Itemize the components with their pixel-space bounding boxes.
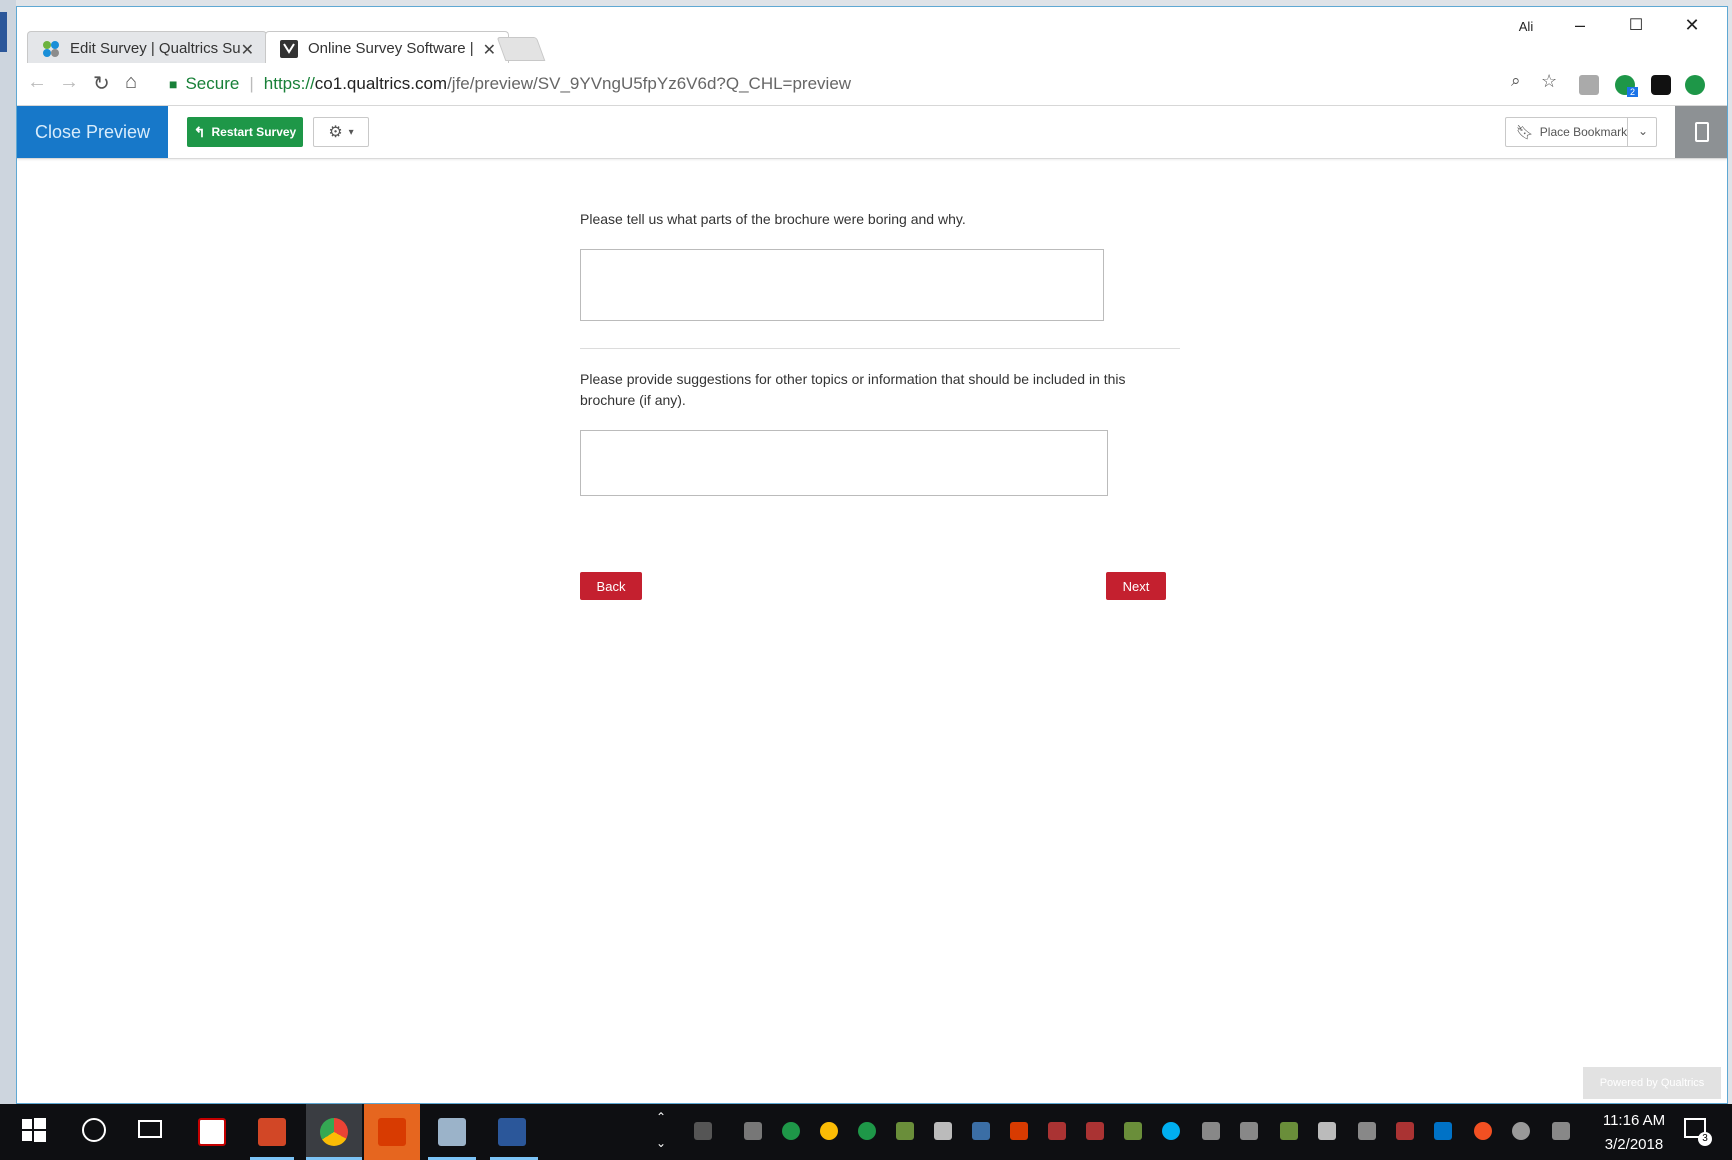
close-icon[interactable]: ✕	[483, 40, 496, 60]
acrobat-icon[interactable]	[198, 1118, 226, 1146]
bookmark-label: Place Bookmark	[1539, 125, 1628, 139]
powered-by-badge[interactable]: Powered by Qualtrics	[1583, 1067, 1721, 1099]
tray-app-icon[interactable]	[1396, 1122, 1414, 1140]
question-1-text: Please tell us what parts of the brochur…	[580, 211, 966, 227]
battery-icon[interactable]	[1202, 1122, 1220, 1140]
notification-count: 3	[1698, 1132, 1712, 1146]
new-tab-button[interactable]	[496, 37, 546, 61]
extension-icon[interactable]	[1579, 75, 1599, 95]
chrome-tray-icon[interactable]	[820, 1122, 838, 1140]
lock-icon: ■	[169, 76, 178, 92]
settings-tray-icon[interactable]	[934, 1122, 952, 1140]
windows-start-icon[interactable]	[22, 1118, 46, 1147]
tray-app-icon[interactable]	[1086, 1122, 1104, 1140]
url-field[interactable]: ■ Secure | https:// co1.qualtrics.com /j…	[163, 68, 1541, 100]
chevron-up-icon[interactable]: ⌃	[656, 1110, 666, 1124]
update-icon[interactable]	[1474, 1122, 1492, 1140]
search-circle-icon[interactable]	[82, 1118, 106, 1142]
desktop-edge	[0, 0, 16, 1104]
url-host: co1.qualtrics.com	[314, 74, 448, 93]
hangouts-icon[interactable]	[782, 1122, 800, 1140]
place-bookmark-button[interactable]: 🔖︎ Place Bookmark ⌄	[1505, 117, 1657, 147]
extension-badge: 2	[1627, 87, 1639, 97]
clock-time[interactable]: 11:16 AM	[1590, 1112, 1678, 1129]
clock-date[interactable]: 3/2/2018	[1590, 1136, 1678, 1153]
url-scheme: https://	[263, 74, 315, 93]
office-tray-icon[interactable]	[1010, 1122, 1028, 1140]
title-bar: Edit Survey | Qualtrics Su ✕ Online Surv…	[17, 7, 1727, 65]
phone-icon	[1695, 122, 1709, 142]
question-2-input[interactable]	[580, 430, 1108, 496]
maximize-icon[interactable]: ☐	[1621, 15, 1651, 35]
back-arrow-icon[interactable]: ←	[27, 71, 47, 94]
tab-title: Online Survey Software |	[308, 40, 474, 57]
next-button[interactable]: Next	[1106, 572, 1166, 600]
tray-app-icon[interactable]	[744, 1122, 762, 1140]
mail-icon[interactable]	[1318, 1122, 1336, 1140]
question-1-input[interactable]	[580, 249, 1104, 321]
taskbar: ⌃ ⌄ 11:16 AM 3/2/2018 3	[0, 1104, 1732, 1160]
airplane-icon[interactable]	[1358, 1122, 1376, 1140]
office-icon[interactable]	[378, 1118, 406, 1146]
tab-online-survey[interactable]: Online Survey Software | ✕	[265, 31, 509, 65]
home-icon[interactable]: ⌂	[125, 71, 137, 94]
outlook-icon[interactable]	[1434, 1122, 1452, 1140]
mobile-view-toggle[interactable]	[1675, 106, 1727, 158]
powerpoint-icon[interactable]	[258, 1118, 286, 1146]
chrome-icon[interactable]	[320, 1118, 348, 1146]
security-icon[interactable]	[972, 1122, 990, 1140]
back-button[interactable]: Back	[580, 572, 642, 600]
zoom-icon[interactable]: ⌕	[1511, 71, 1521, 91]
onedrive-icon[interactable]	[1512, 1122, 1530, 1140]
question-divider	[580, 348, 1180, 349]
undo-arrow-icon: ↰	[193, 123, 206, 140]
restart-survey-button[interactable]: ↰ Restart Survey	[187, 117, 303, 147]
preview-toolbar: Close Preview ↰ Restart Survey ⚙ ▾ 🔖︎ Pl…	[17, 106, 1727, 159]
secure-label: Secure	[185, 74, 240, 93]
owl-extension-icon[interactable]	[1651, 75, 1671, 95]
tray-app-icon[interactable]	[1280, 1122, 1298, 1140]
tray-app-icon[interactable]	[896, 1122, 914, 1140]
question-2-text: Please provide suggestions for other top…	[580, 371, 1126, 408]
word-icon[interactable]	[498, 1118, 526, 1146]
chevron-down-icon[interactable]: ⌄	[1638, 124, 1648, 138]
chevron-down-icon: ▾	[348, 126, 354, 138]
task-view-icon[interactable]	[138, 1120, 162, 1138]
gear-icon: ⚙	[328, 124, 343, 141]
separator: |	[249, 74, 254, 93]
tray-app-icon[interactable]	[1048, 1122, 1066, 1140]
hangouts-icon[interactable]	[858, 1122, 876, 1140]
bookmark-star-icon[interactable]: ☆	[1541, 71, 1557, 92]
tray-app-icon[interactable]	[1124, 1122, 1142, 1140]
close-preview-button[interactable]: Close Preview	[17, 106, 168, 158]
skype-icon[interactable]	[1162, 1122, 1180, 1140]
qualtrics-dots-icon	[42, 40, 60, 58]
people-icon[interactable]	[694, 1122, 712, 1140]
profile-name[interactable]: Ali	[1511, 19, 1541, 34]
restart-label: Restart Survey	[211, 125, 297, 139]
settings-dropdown[interactable]: ⚙ ▾	[313, 117, 369, 147]
tab-title: Edit Survey | Qualtrics Su	[70, 40, 241, 57]
upload-extension-icon[interactable]	[1685, 75, 1705, 95]
url-path: /jfe/preview/SV_9YVngU5fpYz6V6d?Q_CHL=pr…	[447, 74, 852, 93]
address-bar: ← → ↻ ⌂ ■ Secure | https:// co1.qualtric…	[17, 63, 1727, 106]
window-close-icon[interactable]: ✕	[1677, 15, 1707, 36]
volume-muted-icon[interactable]	[1240, 1122, 1258, 1140]
reload-icon[interactable]: ↻	[93, 71, 110, 96]
pen-icon[interactable]	[1552, 1122, 1570, 1140]
qualtrics-logo-icon	[280, 39, 298, 58]
close-icon[interactable]: ✕	[241, 40, 254, 60]
minimize-icon[interactable]: –	[1565, 15, 1595, 36]
tab-edit-survey[interactable]: Edit Survey | Qualtrics Su ✕	[27, 31, 267, 65]
forward-arrow-icon[interactable]: →	[59, 71, 79, 94]
bookmark-icon: 🔖︎	[1516, 123, 1534, 140]
file-explorer-icon[interactable]	[438, 1118, 466, 1146]
browser-window: Edit Survey | Qualtrics Su ✕ Online Surv…	[16, 6, 1728, 1104]
chevron-down-icon[interactable]: ⌄	[656, 1136, 666, 1150]
